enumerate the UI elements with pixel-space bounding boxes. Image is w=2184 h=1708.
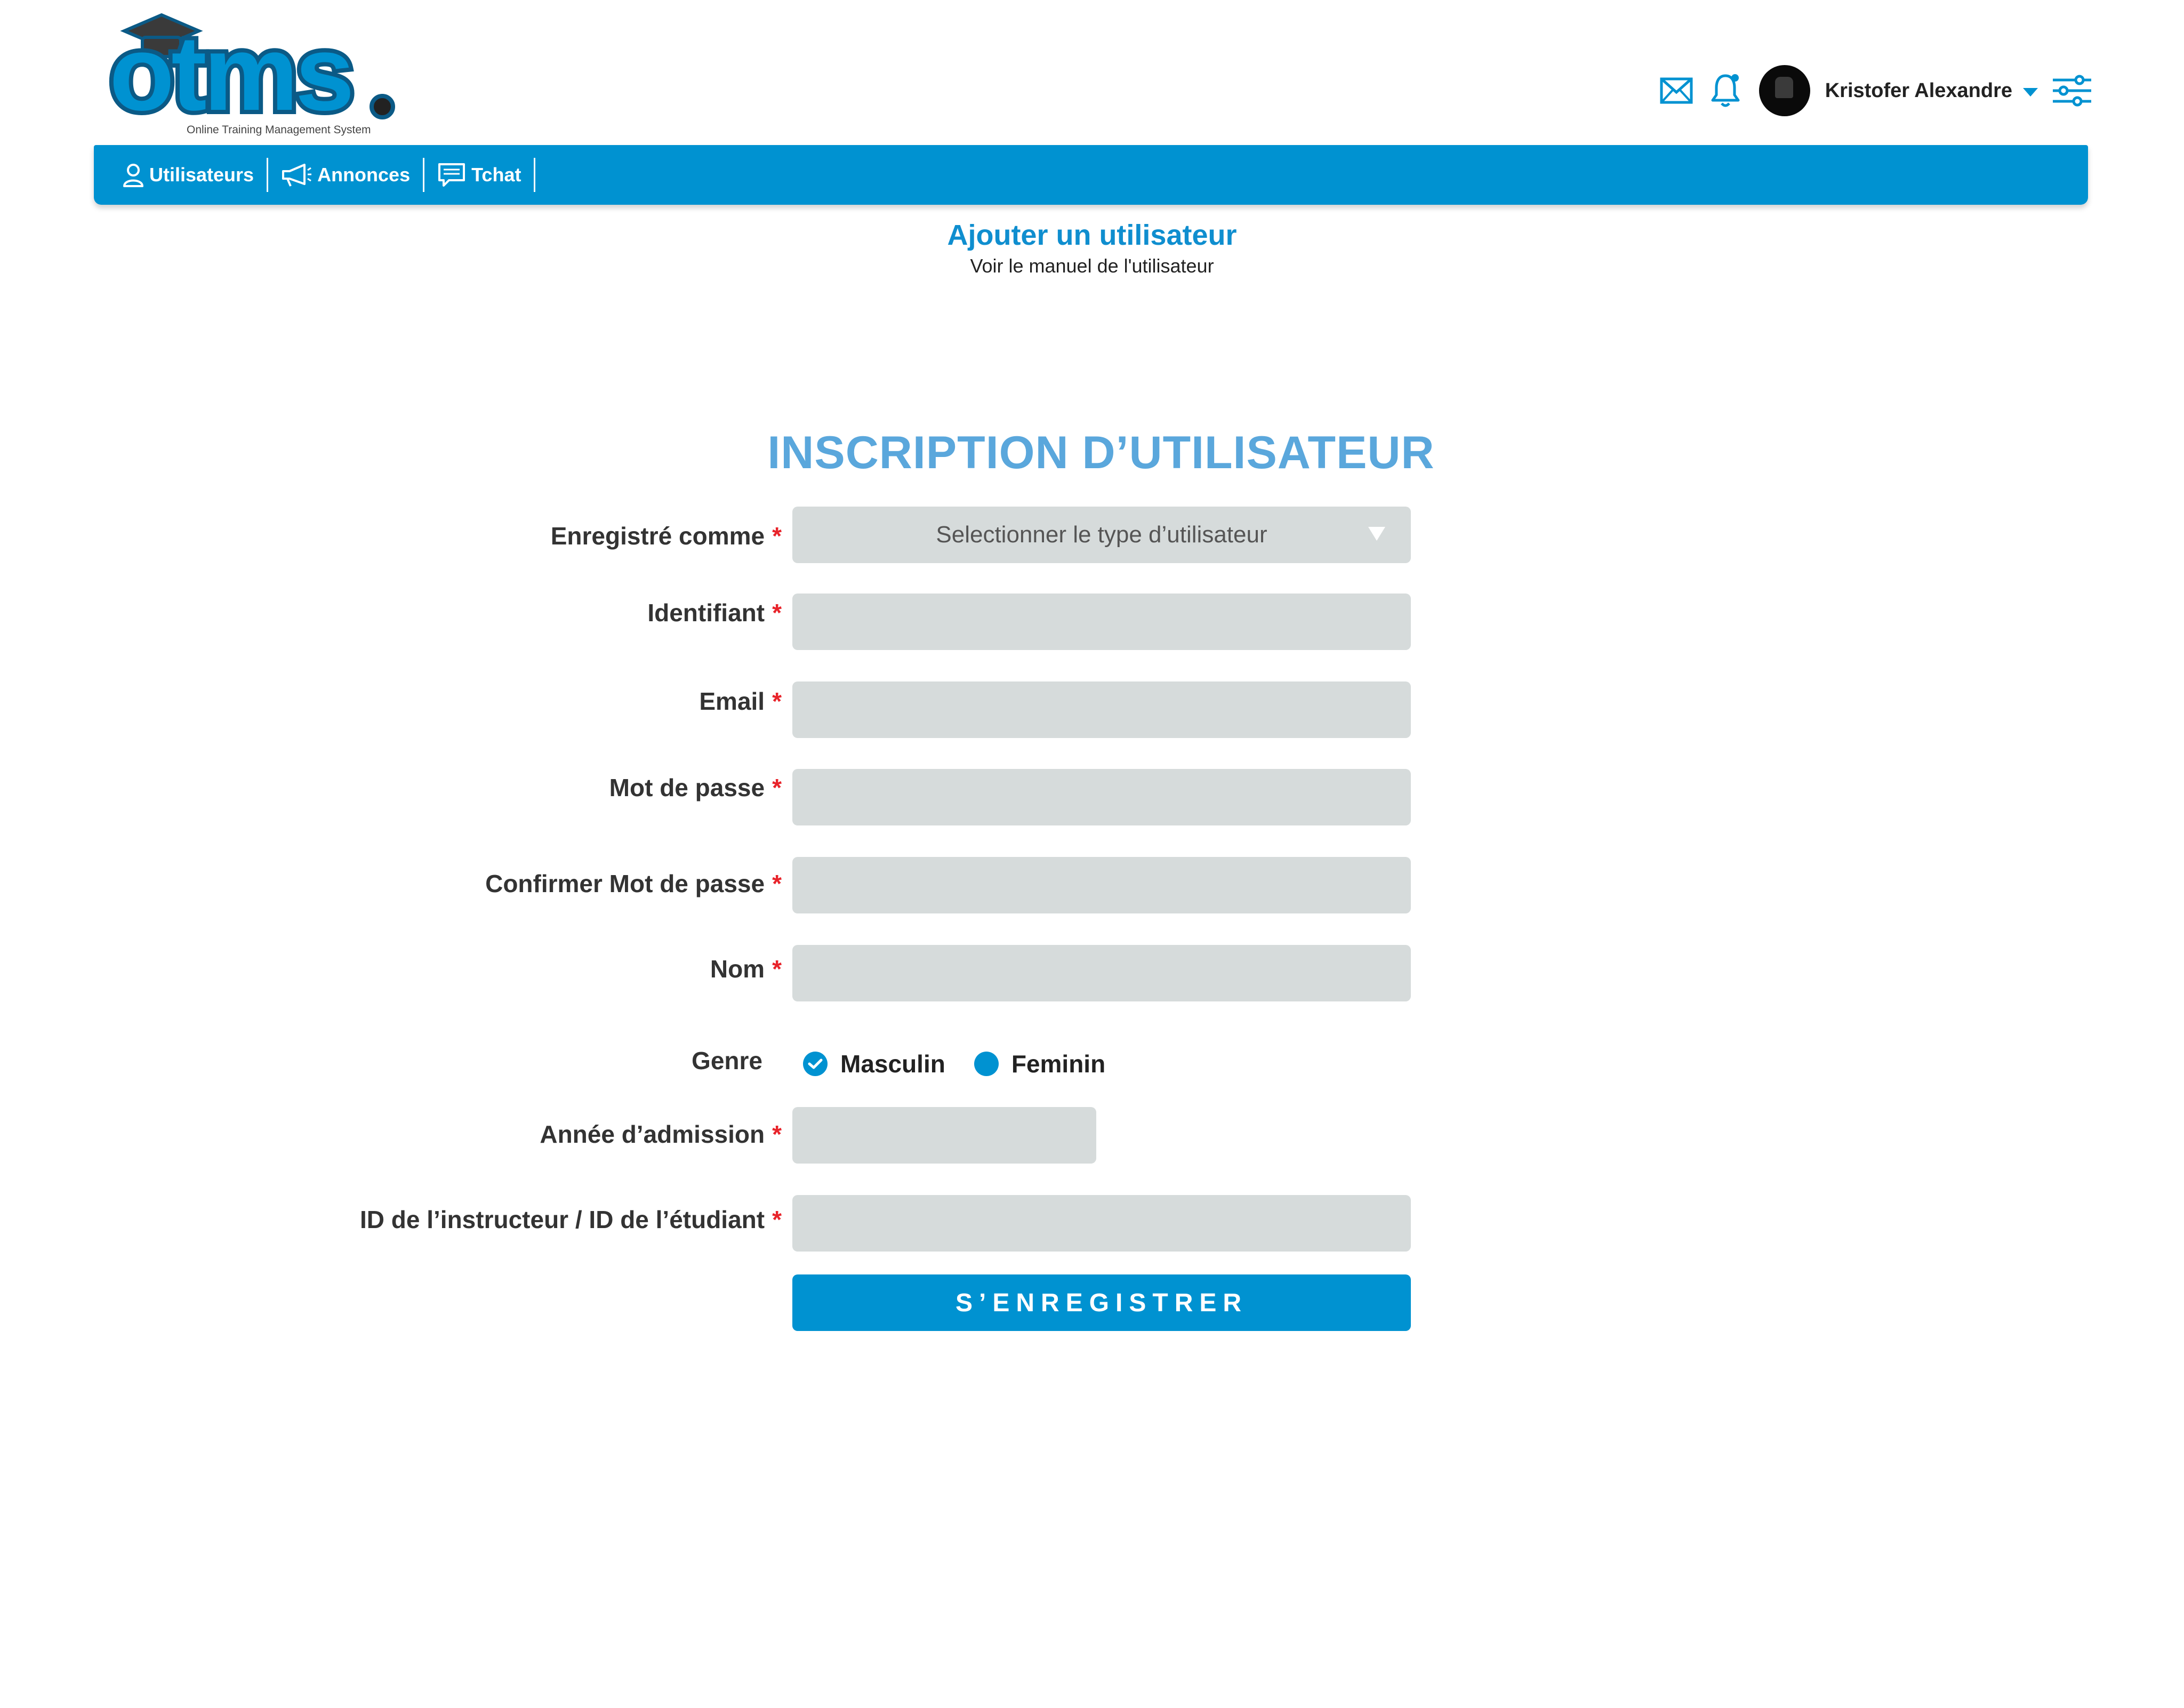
form-title: INSCRIPTION D’UTILISATEUR — [767, 427, 1435, 478]
required-mark: * — [772, 774, 782, 801]
label-id: ID de l’instructeur / ID de l’étudiant * — [360, 1206, 782, 1233]
username-input[interactable] — [792, 594, 1411, 650]
chevron-down-icon[interactable] — [2023, 88, 2038, 97]
user-manual-link[interactable]: Voir le manuel de l'utilisateur — [0, 255, 2184, 277]
required-mark: * — [772, 1206, 782, 1233]
logo-dot — [370, 94, 395, 119]
required-mark: * — [772, 870, 782, 897]
logo-wordmark: otms — [105, 14, 359, 133]
gender-radio-group: Masculin Feminin — [803, 1045, 1134, 1082]
label-gender: Genre — [692, 1047, 762, 1074]
required-mark: * — [772, 599, 782, 627]
confirm-password-input[interactable] — [792, 857, 1411, 913]
dropdown-arrow-icon — [1368, 527, 1385, 541]
nav-item-annonces[interactable]: Annonces — [268, 145, 423, 205]
megaphone-icon — [282, 164, 312, 187]
app-root: otms Online Training Management System K… — [0, 0, 2184, 1708]
radio-unchecked-icon — [974, 1052, 999, 1076]
required-mark: * — [772, 1120, 782, 1148]
user-type-select[interactable]: Selectionner le type d’utilisateur — [792, 507, 1411, 563]
nav-item-utilisateurs[interactable]: Utilisateurs — [94, 145, 267, 205]
gender-option-feminin[interactable]: Feminin — [974, 1049, 1105, 1078]
nav-item-tchat[interactable]: Tchat — [424, 145, 534, 205]
user-name[interactable]: Kristofer Alexandre — [1825, 79, 2012, 102]
nav-divider — [534, 158, 536, 192]
radio-label: Masculin — [840, 1050, 945, 1078]
name-input[interactable] — [792, 945, 1411, 1001]
otms-logo[interactable]: otms Online Training Management System — [105, 10, 408, 136]
chat-icon — [438, 163, 465, 187]
avatar[interactable] — [1759, 65, 1810, 116]
main-navbar: Utilisateurs Annonces Tchat — [94, 145, 2088, 205]
radio-label: Feminin — [1011, 1050, 1106, 1078]
bell-icon[interactable] — [1707, 72, 1744, 109]
logo-tagline: Online Training Management System — [187, 124, 371, 136]
password-input[interactable] — [792, 769, 1411, 825]
nav-label: Utilisateurs — [149, 164, 254, 186]
gender-option-masculin[interactable]: Masculin — [803, 1049, 945, 1078]
nav-label: Tchat — [471, 164, 521, 186]
id-input[interactable] — [792, 1195, 1411, 1252]
label-register-as: Enregistré comme * — [550, 522, 782, 550]
user-icon — [123, 164, 143, 187]
page-title: Ajouter un utilisateur — [947, 219, 1237, 251]
label-password: Mot de passe * — [609, 774, 782, 801]
label-confirm-password: Confirmer Mot de passe * — [485, 870, 782, 897]
email-input[interactable] — [792, 681, 1411, 738]
label-admission-year: Année d’admission * — [540, 1120, 782, 1148]
settings-sliders-icon[interactable] — [2051, 72, 2093, 109]
label-email: Email * — [699, 687, 782, 715]
header-user-area: Kristofer Alexandre — [1658, 61, 2093, 120]
register-button[interactable]: S’ENREGISTRER — [792, 1274, 1411, 1331]
mail-icon[interactable] — [1658, 72, 1695, 109]
user-type-select-placeholder: Selectionner le type d’utilisateur — [936, 522, 1267, 548]
label-username: Identifiant * — [647, 599, 782, 627]
required-mark: * — [772, 522, 782, 550]
label-name: Nom * — [710, 955, 782, 983]
nav-label: Annonces — [317, 164, 411, 186]
required-mark: * — [772, 955, 782, 983]
radio-checked-icon — [803, 1052, 828, 1076]
admission-year-input[interactable] — [792, 1107, 1096, 1164]
required-mark: * — [772, 687, 782, 715]
